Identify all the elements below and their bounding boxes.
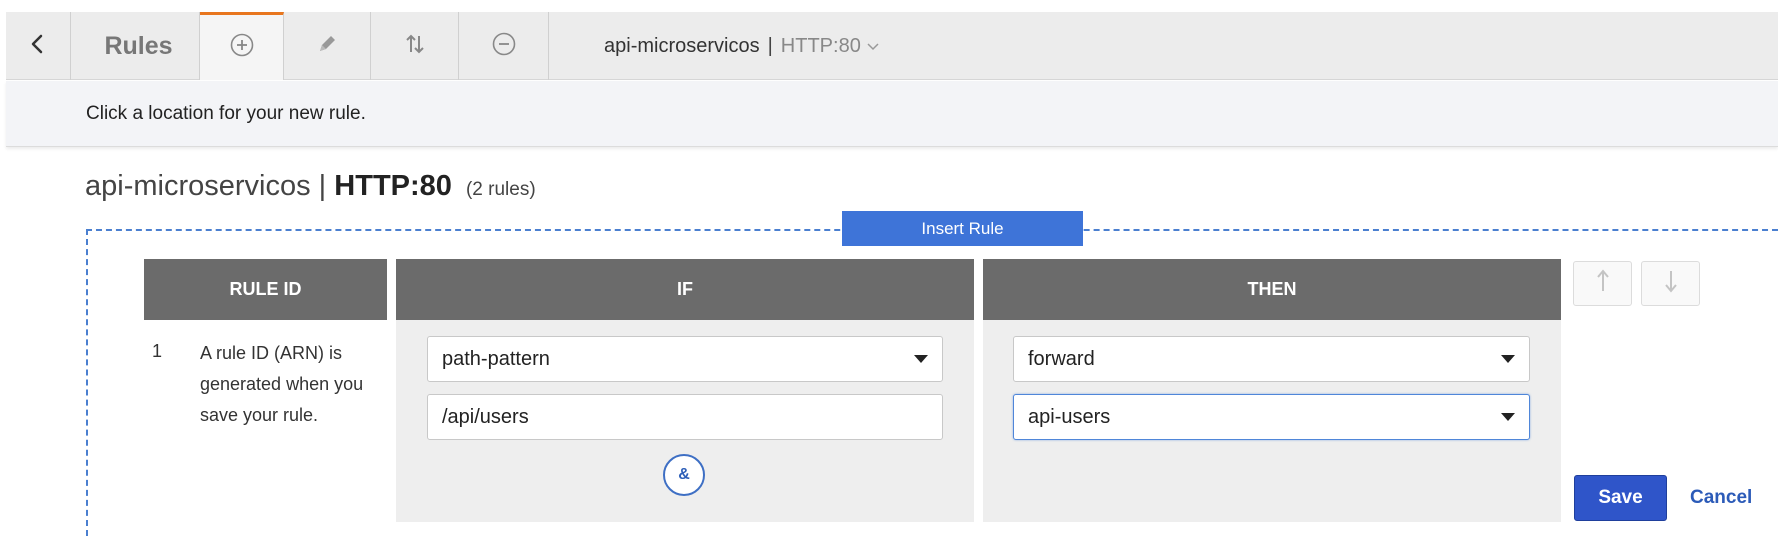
separator: |	[767, 34, 773, 57]
move-down-button[interactable]	[1641, 261, 1700, 306]
caret-down-icon	[1501, 413, 1515, 421]
pencil-icon	[314, 31, 340, 62]
insert-zone-border-left	[86, 229, 88, 536]
move-up-button[interactable]	[1573, 261, 1632, 306]
load-balancer-name: api-microservicos	[604, 34, 760, 57]
action-type-value: forward	[1028, 347, 1095, 370]
listener-name: HTTP:80	[780, 34, 861, 57]
caret-down-icon	[1501, 355, 1515, 363]
hint-text: Click a location for your new rule.	[86, 103, 366, 124]
chevron-down-icon	[867, 38, 879, 54]
page-title: api-microservicos | HTTP:80 (2 rules)	[85, 170, 536, 203]
plus-circle-icon	[229, 32, 255, 63]
caret-down-icon	[914, 355, 928, 363]
edit-rule-button[interactable]	[284, 12, 371, 80]
target-group-value: api-users	[1028, 405, 1111, 428]
rule-count: (2 rules)	[465, 179, 536, 200]
save-button[interactable]: Save	[1574, 475, 1667, 521]
add-condition-button[interactable]: &	[663, 454, 705, 496]
header-if: IF	[396, 259, 974, 320]
rule-id-description: A rule ID (ARN) is generated when you sa…	[200, 343, 364, 425]
arrow-up-icon	[1594, 267, 1612, 300]
hint-bar: Click a location for your new rule.	[6, 81, 1778, 147]
insert-rule-button[interactable]: Insert Rule	[842, 211, 1083, 246]
path-pattern-input[interactable]: /api/users	[427, 394, 943, 440]
minus-circle-icon	[491, 31, 517, 62]
title-load-balancer: api-microservicos	[85, 170, 311, 202]
header-rule-id: RULE ID	[144, 259, 387, 320]
back-button[interactable]	[6, 12, 71, 80]
listener-selector[interactable]: api-microservicos | HTTP:80	[604, 12, 879, 80]
rules-toolbar: Rules api-microservicos | HTTP:80	[6, 12, 1778, 80]
chevron-left-icon	[27, 33, 49, 60]
title-separator: |	[318, 170, 327, 202]
add-rule-button[interactable]	[200, 12, 284, 80]
arrow-down-icon	[1662, 267, 1680, 300]
header-then: THEN	[983, 259, 1561, 320]
cancel-link[interactable]: Cancel	[1690, 487, 1752, 509]
sort-arrows-icon	[402, 31, 428, 62]
rule-number: 1	[152, 341, 163, 361]
delete-rule-button[interactable]	[459, 12, 549, 80]
condition-type-value: path-pattern	[442, 347, 550, 370]
reorder-rules-button[interactable]	[371, 12, 459, 80]
action-type-select[interactable]: forward	[1013, 336, 1530, 382]
path-pattern-value: /api/users	[442, 405, 529, 428]
title-listener: HTTP:80	[334, 170, 452, 202]
target-group-select[interactable]: api-users	[1013, 394, 1530, 440]
toolbar-title: Rules	[78, 12, 200, 80]
condition-type-select[interactable]: path-pattern	[427, 336, 943, 382]
